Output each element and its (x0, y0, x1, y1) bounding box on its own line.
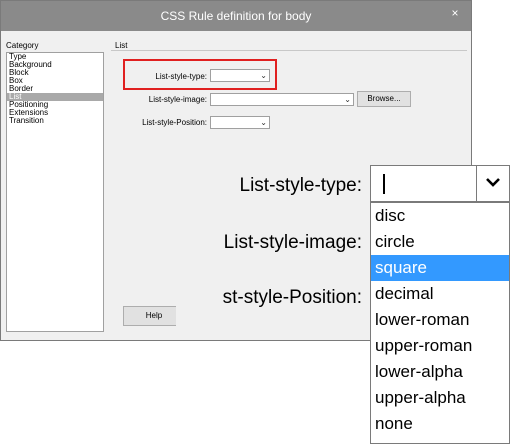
highlight-box (123, 59, 277, 90)
category-item-transition[interactable]: Transition (7, 117, 103, 125)
zoom-list-style-image-label: List-style-image: (223, 232, 362, 253)
zoom-list-style-type-label: List-style-type: (239, 175, 362, 196)
list-style-position-select[interactable]: ⌄ (210, 116, 270, 129)
dropdown-options-list[interactable]: disc circle square decimal lower-roman u… (370, 202, 510, 444)
text-caret (383, 174, 385, 194)
zoom-list-style-type-select[interactable] (370, 165, 510, 202)
list-style-image-label: List-style-image: (148, 95, 207, 104)
option-none[interactable]: none (371, 411, 509, 437)
category-label: Category (6, 41, 39, 50)
chevron-down-icon: ⌄ (344, 95, 351, 104)
category-list[interactable]: Type Background Block Box Border List Po… (6, 52, 104, 332)
section-divider (111, 50, 467, 51)
zoom-list-style-position-label: st-style-Position: (222, 287, 362, 308)
zoom-panel: List-style-type: List-style-image: st-st… (176, 158, 372, 340)
title-bar: CSS Rule definition for body × (1, 1, 471, 31)
option-decimal[interactable]: decimal (371, 281, 509, 307)
list-style-image-select[interactable]: ⌄ (210, 93, 354, 106)
option-circle[interactable]: circle (371, 229, 509, 255)
option-upper-alpha[interactable]: upper-alpha (371, 385, 509, 411)
option-lower-roman[interactable]: lower-roman (371, 307, 509, 333)
close-icon[interactable]: × (447, 5, 463, 21)
chevron-down-icon (486, 178, 500, 187)
option-disc[interactable]: disc (371, 203, 509, 229)
browse-button[interactable]: Browse... (357, 91, 411, 107)
option-upper-roman[interactable]: upper-roman (371, 333, 509, 359)
category-item-border[interactable]: Border (7, 85, 103, 93)
dropdown-button[interactable] (476, 166, 509, 201)
dialog-title: CSS Rule definition for body (160, 9, 312, 23)
list-style-position-label: List-style-Position: (142, 118, 207, 127)
chevron-down-icon: ⌄ (260, 118, 267, 127)
section-title: List (115, 41, 128, 50)
option-lower-alpha[interactable]: lower-alpha (371, 359, 509, 385)
option-square[interactable]: square (371, 255, 509, 281)
